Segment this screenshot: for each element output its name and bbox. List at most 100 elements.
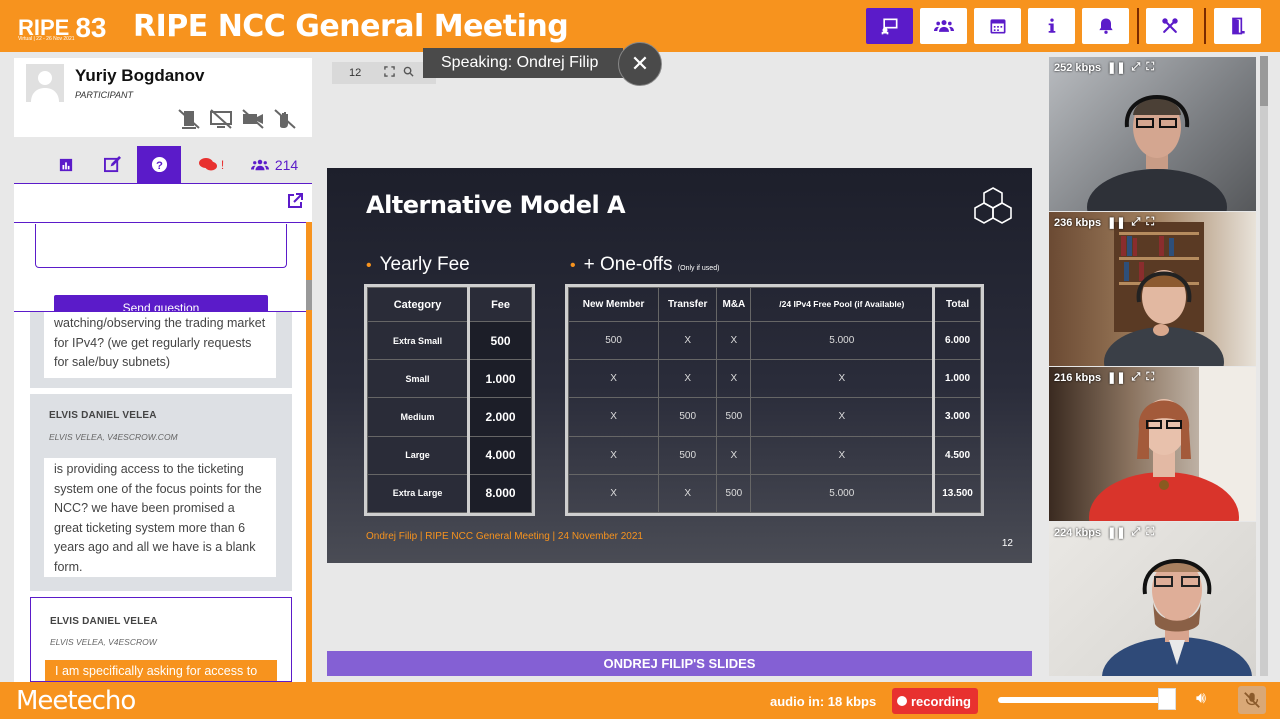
tab-chat[interactable]: ! [186, 146, 236, 183]
table-header: Fee [467, 287, 532, 322]
notifications-button[interactable] [1082, 8, 1129, 44]
table-cell: 500 [658, 397, 718, 437]
table-cell: X [658, 320, 718, 361]
presentation-button[interactable] [866, 8, 913, 44]
tab-questions[interactable]: ? [137, 146, 181, 183]
table-row: X X 500 5.000 13.500 [567, 473, 981, 513]
agenda-button[interactable] [974, 8, 1021, 44]
question-author: ELVIS DANIEL VELEA [49, 410, 157, 421]
question-org: ELVIS VELEA, V4ESCROW.COM [49, 432, 178, 442]
table-cell: 500 [467, 320, 532, 361]
ripe-logo: RIPE 83 Virtual | 22 - 26 Nov 2021 [18, 10, 107, 43]
fullscreen-icon[interactable]: ⛶ [1146, 61, 1154, 74]
info-icon [1048, 18, 1055, 33]
table-cell: X [750, 435, 935, 475]
slide-title: Alternative Model A [366, 191, 626, 219]
toolbar-divider [1137, 8, 1139, 44]
table-cell: 5.000 [750, 320, 935, 361]
toolbar-divider [1204, 8, 1206, 44]
video-feed [1087, 95, 1227, 211]
scrollbar-thumb[interactable] [1260, 56, 1268, 106]
table-cell: 4.000 [467, 435, 532, 475]
bitrate: 224 kbps [1054, 527, 1101, 539]
table-cell: 500 [716, 397, 752, 437]
table-header: Category [366, 287, 470, 322]
table-cell: 3.000 [932, 397, 981, 437]
table-header: Transfer [658, 287, 718, 322]
question-author: ELVIS DANIEL VELEA [50, 616, 158, 627]
fullscreen-icon[interactable]: ⛶ [1146, 371, 1154, 384]
expand-icon[interactable]: ⤢ [1132, 216, 1141, 229]
table-cell: 5.000 [750, 473, 935, 513]
table-cell: 4.500 [932, 435, 981, 475]
table-cell: 2.000 [467, 397, 532, 437]
speaker-icon[interactable]: 🔊︎ [1196, 690, 1206, 708]
zoom-icon[interactable] [403, 66, 414, 80]
mic-off-icon[interactable] [176, 108, 202, 130]
participants-button[interactable] [920, 8, 967, 44]
bitrate: 252 kbps [1054, 62, 1101, 74]
ripe-ncc-logo-icon [974, 187, 1012, 224]
tab-participants[interactable]: 214 [244, 146, 304, 183]
table-cell: Small [366, 359, 470, 399]
volume-knob[interactable] [1157, 688, 1176, 710]
scrollbar-thumb[interactable] [306, 280, 312, 310]
leave-button[interactable] [1214, 8, 1261, 44]
pause-icon[interactable]: ❚❚ [1107, 526, 1125, 539]
fullscreen-icon[interactable] [384, 66, 395, 80]
question-text: watching/observing the trading market fo… [44, 312, 276, 378]
screen-off-icon[interactable] [208, 108, 234, 130]
participants-count: 214 [274, 156, 299, 173]
record-icon [897, 696, 907, 706]
volume-slider[interactable] [998, 697, 1172, 703]
oneoffs-note: (Only if used) [677, 265, 720, 272]
users-icon [933, 20, 954, 32]
side-tabs: ? ! 214 [14, 146, 312, 184]
video-tile[interactable]: 224 kbps ❚❚ ⤢ ⛶ [1049, 522, 1256, 676]
tab-polls[interactable] [44, 146, 88, 183]
list-item: watching/observing the trading market fo… [30, 312, 292, 388]
close-speaking-button[interactable]: ✕ [618, 42, 662, 86]
hand-off-icon[interactable] [272, 108, 298, 130]
fullscreen-icon[interactable]: ⛶ [1146, 216, 1154, 229]
table-row: X 500 500 X 3.000 [567, 397, 981, 437]
table-row: Extra Small 500 [366, 320, 532, 361]
exit-icon [1231, 17, 1245, 35]
pause-icon[interactable]: ❚❚ [1107, 371, 1125, 384]
table-row: 500 X X 5.000 6.000 [567, 320, 981, 361]
table-cell: X [567, 435, 660, 475]
pause-icon[interactable]: ❚❚ [1107, 216, 1125, 229]
panel-divider [14, 222, 312, 223]
user-card: Yuriy Bogdanov PARTICIPANT [14, 58, 312, 137]
oneoffs-table: New Member Transfer M&A /24 IPv4 Free Po… [565, 284, 984, 516]
camera-off-icon[interactable] [240, 108, 266, 130]
video-scrollbar[interactable] [1260, 56, 1268, 676]
table-cell: X [716, 320, 752, 361]
oneoffs-label: + One-offs [583, 254, 673, 275]
video-stats: 224 kbps ❚❚ ⤢ ⛶ [1054, 526, 1154, 539]
table-cell: 1.000 [932, 359, 981, 399]
video-tile[interactable]: 252 kbps ❚❚ ⤢ ⛶ [1049, 57, 1256, 211]
table-cell: X [750, 397, 935, 437]
send-question-button[interactable]: Send question [54, 295, 268, 311]
yearly-fee-label: Yearly Fee [379, 254, 470, 275]
table-header: New Member [567, 287, 660, 322]
recording-label: recording [911, 693, 971, 709]
table-cell: X [567, 359, 660, 399]
mic-toggle-button[interactable] [1238, 686, 1266, 714]
pause-icon[interactable]: ❚❚ [1107, 61, 1125, 74]
video-tile[interactable]: 236 kbps ❚❚ ⤢ ⛶ [1049, 212, 1256, 366]
slide-number: 12 [349, 67, 362, 79]
speaking-indicator: Speaking: Ondrej Filip [423, 48, 623, 78]
expand-icon[interactable]: ⤢ [1132, 526, 1141, 539]
slides-label: ONDREJ FILIP'S SLIDES [327, 651, 1032, 676]
tab-notes[interactable] [90, 146, 134, 183]
expand-icon[interactable]: ⤢ [1132, 61, 1141, 74]
expand-icon[interactable]: ⤢ [1132, 371, 1141, 384]
video-tile[interactable]: 216 kbps ❚❚ ⤢ ⛶ [1049, 367, 1256, 521]
settings-button[interactable] [1146, 8, 1193, 44]
fullscreen-icon[interactable]: ⛶ [1146, 526, 1154, 539]
info-button[interactable] [1028, 8, 1075, 44]
question-input[interactable] [35, 224, 287, 268]
popout-icon[interactable] [286, 192, 304, 210]
